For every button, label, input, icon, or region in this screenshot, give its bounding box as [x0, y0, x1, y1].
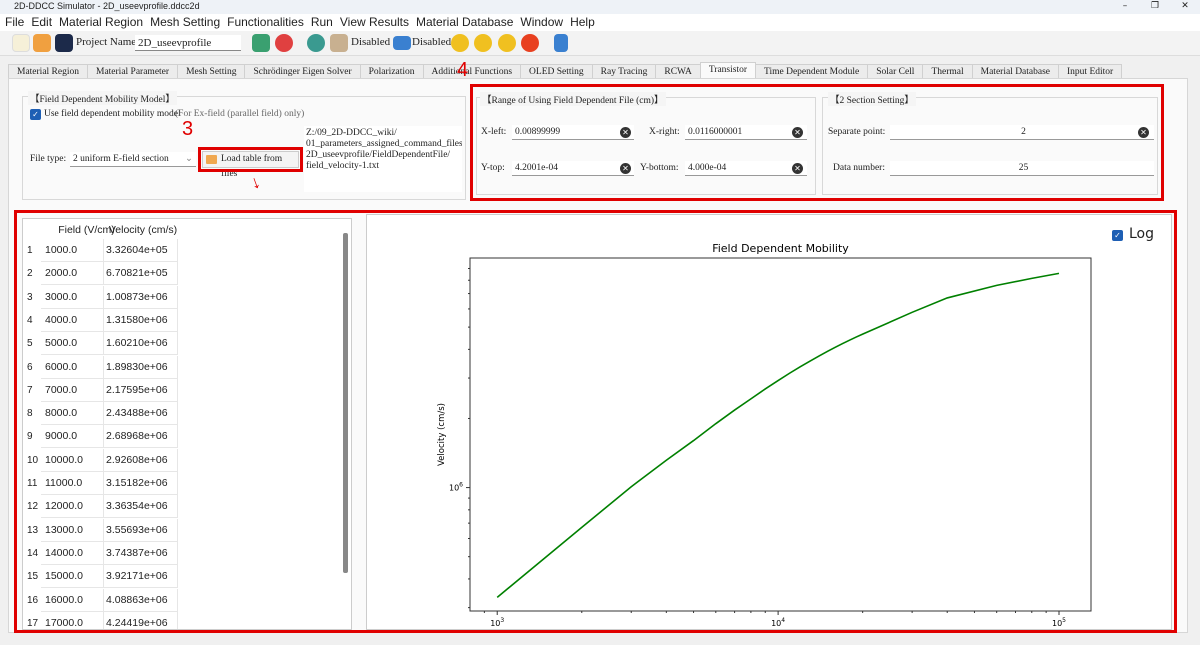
tab-thermal[interactable]: Thermal: [922, 64, 973, 79]
menu-material-region[interactable]: Material Region: [59, 14, 148, 31]
run-batch-icon[interactable]: [498, 34, 516, 52]
highlight-box-main: [14, 210, 1177, 633]
columns-icon[interactable]: [330, 34, 348, 52]
tab-additional-functions[interactable]: Additional Functions: [422, 64, 522, 79]
file-type-select[interactable]: 2 uniform E-field section ⌄: [70, 152, 196, 167]
chevron-down-icon: ⌄: [185, 154, 193, 164]
tab-mesh-setting[interactable]: Mesh Setting: [177, 64, 246, 79]
tab-material-database[interactable]: Material Database: [971, 64, 1060, 79]
file-type-label: File type:: [30, 154, 67, 164]
tab-polarization[interactable]: Polarization: [359, 64, 424, 79]
menu-run[interactable]: Run: [311, 14, 338, 31]
tab-material-parameter[interactable]: Material Parameter: [87, 64, 179, 79]
tab-bar: Material Region Material Parameter Mesh Se…: [8, 62, 1123, 79]
run-fast-icon[interactable]: [474, 34, 492, 52]
minimize-button[interactable]: –: [1110, 0, 1140, 14]
project-name-input[interactable]: 2D_useevprofile: [135, 35, 241, 51]
list-icon[interactable]: [393, 36, 411, 50]
tab-time-dependent-module[interactable]: Time Dependent Module: [755, 64, 869, 79]
project-name-label: Project Name:: [76, 36, 140, 48]
tab-oled-setting[interactable]: OLED Setting: [520, 64, 593, 79]
run-icon[interactable]: [451, 34, 469, 52]
menu-file[interactable]: File: [5, 14, 29, 31]
menu-window[interactable]: Window: [520, 14, 568, 31]
stop-icon[interactable]: [521, 34, 539, 52]
reload-icon[interactable]: [275, 34, 293, 52]
file-path-text[interactable]: Z:/09_2D-DDCC_wiki/ 01_parameters_assign…: [304, 126, 462, 192]
mobility-group-title: 【Field Dependent Mobility Model】: [28, 91, 177, 105]
use-mobility-label: Use field dependent mobility model: [44, 109, 181, 119]
tab-schr-dinger-eigen-solver[interactable]: Schrödinger Eigen Solver: [244, 64, 361, 79]
tab-solar-cell[interactable]: Solar Cell: [867, 64, 924, 79]
refresh-mesh-icon[interactable]: [252, 34, 270, 52]
menu-mesh-setting[interactable]: Mesh Setting: [150, 14, 225, 31]
use-mobility-checkbox[interactable]: ✓: [30, 109, 41, 120]
disabled-status-2: Disabled: [412, 36, 452, 48]
tab-material-region[interactable]: Material Region: [8, 64, 88, 79]
window-title: 2D-DDCC Simulator - 2D_useevprofile.ddcc…: [14, 1, 200, 11]
disabled-status-1: Disabled: [351, 36, 391, 48]
step-4-label: 4: [457, 59, 469, 81]
tab-ray-tracing[interactable]: Ray Tracing: [591, 64, 657, 79]
open-folder-icon[interactable]: [33, 34, 51, 52]
chart-icon[interactable]: [554, 34, 568, 52]
menu-material-database[interactable]: Material Database: [416, 14, 518, 31]
menu-view-results[interactable]: View Results: [340, 14, 414, 31]
tab-transistor[interactable]: Transistor: [699, 62, 757, 79]
menu-help[interactable]: Help: [570, 14, 600, 31]
highlight-box-3: [198, 147, 303, 172]
menu-edit[interactable]: Edit: [31, 14, 57, 31]
menu-bar: File Edit Material Region Mesh Setting Funct…: [0, 14, 1200, 31]
use-mobility-note: (For Ex-field (parallel field) only): [175, 109, 305, 119]
menu-functionalities[interactable]: Functionalities: [227, 14, 309, 31]
tab-input-editor[interactable]: Input Editor: [1058, 64, 1123, 79]
maximize-button[interactable]: ❐: [1140, 0, 1170, 14]
file-type-value: 2 uniform E-field section: [73, 154, 169, 164]
new-file-icon[interactable]: [12, 34, 30, 52]
save-icon[interactable]: [55, 34, 73, 52]
step-3-label: 3: [182, 118, 194, 140]
tab-rcwa[interactable]: RCWA: [655, 64, 701, 79]
solver-settings-icon[interactable]: [307, 34, 325, 52]
title-bar: 2D-DDCC Simulator - 2D_useevprofile.ddcc…: [0, 0, 1200, 14]
highlight-box-4: [470, 84, 1164, 201]
close-button[interactable]: ✕: [1170, 0, 1200, 14]
